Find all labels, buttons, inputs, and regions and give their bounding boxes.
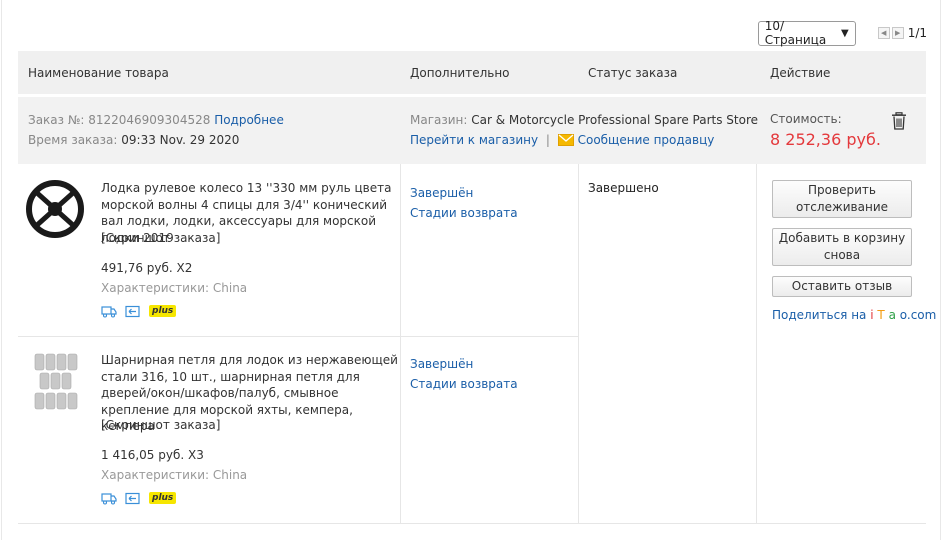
- message-seller-link[interactable]: Сообщение продавцу: [578, 133, 715, 147]
- item-status-link[interactable]: Завершён: [410, 186, 473, 200]
- prev-page-button[interactable]: ◀: [877, 27, 890, 39]
- share-link[interactable]: Поделиться на i T a o.com: [772, 308, 936, 322]
- share-prefix: Поделиться на: [772, 308, 871, 322]
- track-button[interactable]: Проверить отслеживание: [772, 180, 912, 218]
- orders-page: 10/Страница ▼ ◀ ▶ 1/1 Наименование товар…: [0, 0, 943, 540]
- return-stages-link[interactable]: Стадии возврата: [410, 377, 518, 391]
- product-price-qty: 491,76 руб. X2: [101, 261, 193, 275]
- share-brand-i: i: [870, 308, 874, 322]
- item-status-link[interactable]: Завершён: [410, 357, 473, 371]
- share-brand-t: T: [877, 308, 885, 322]
- order-number-label: Заказ №:: [28, 113, 85, 127]
- header-action: Действие: [770, 66, 831, 80]
- divider: [400, 336, 578, 337]
- header-status: Статус заказа: [588, 66, 678, 80]
- per-page-select[interactable]: 10/Страница ▼: [757, 19, 856, 47]
- order-time-row: Время заказа: 09:33 Nov. 29 2020: [28, 133, 239, 147]
- product-price-qty: 1 416,05 руб. X3: [101, 448, 204, 462]
- page-border-left: [1, 0, 2, 540]
- add-to-cart-again-button[interactable]: Добавить в корзину снова: [772, 228, 912, 266]
- table-header: Наименование товара Дополнительно Статус…: [18, 51, 926, 94]
- product-characteristics: Характеристики: China: [101, 281, 248, 295]
- order-snapshot-link[interactable]: [Скриншот заказа]: [101, 231, 220, 245]
- store-label: Магазин:: [410, 113, 468, 127]
- share-brand-a: a: [888, 308, 896, 322]
- delivery-truck-icon: [101, 305, 117, 318]
- go-to-store-link[interactable]: Перейти к магазину: [410, 133, 538, 147]
- return-icon: [125, 305, 140, 317]
- trash-icon[interactable]: [891, 112, 907, 130]
- pagination: 10/Страница ▼ ◀ ▶ 1/1: [757, 19, 927, 47]
- store-links-row: Перейти к магазину | Сообщение продавцу: [410, 133, 714, 147]
- per-page-value: 10/Страница: [764, 19, 827, 47]
- hinge-image[interactable]: [34, 353, 80, 411]
- header-product: Наименование товара: [28, 66, 169, 80]
- plus-badge: plus: [149, 492, 177, 504]
- page-border-right: [940, 0, 941, 540]
- order-info-bar: Заказ №: 8122046909304528 Подробнее Врем…: [18, 97, 926, 164]
- envelope-icon: [557, 134, 574, 146]
- store-name: Car & Motorcycle Professional Spare Part…: [471, 113, 759, 127]
- divider: [756, 164, 757, 524]
- cost-label: Стоимость:: [770, 112, 842, 126]
- store-row: Магазин: Car & Motorcycle Professional S…: [410, 113, 758, 127]
- order-number: 8122046909304528: [88, 113, 211, 127]
- order-time: 09:33 Nov. 29 2020: [121, 133, 240, 147]
- chevron-down-icon: ▼: [840, 27, 849, 39]
- divider: [18, 523, 926, 524]
- divider: [578, 164, 579, 524]
- share-brand-o: o.com: [899, 308, 937, 322]
- divider: [18, 336, 400, 337]
- steering-wheel-image[interactable]: [24, 178, 86, 240]
- order-number-row: Заказ №: 8122046909304528 Подробнее: [28, 113, 284, 127]
- product-badges: plus: [101, 491, 177, 505]
- page-count: 1/1: [907, 26, 927, 40]
- order-details-link[interactable]: Подробнее: [214, 113, 284, 127]
- link-separator: |: [545, 133, 550, 147]
- order-cost: 8 252,36 руб.: [770, 130, 881, 149]
- plus-badge: plus: [149, 305, 177, 317]
- order-status: Завершено: [588, 181, 659, 195]
- leave-review-button[interactable]: Оставить отзыв: [772, 276, 912, 297]
- order-snapshot-link[interactable]: [Скриншот заказа]: [101, 418, 220, 432]
- next-page-button[interactable]: ▶: [891, 27, 904, 39]
- delivery-truck-icon: [101, 492, 117, 505]
- return-icon: [125, 492, 140, 504]
- product-badges: plus: [101, 304, 177, 318]
- product-characteristics: Характеристики: China: [101, 468, 248, 482]
- return-stages-link[interactable]: Стадии возврата: [410, 206, 518, 220]
- order-time-label: Время заказа:: [28, 133, 118, 147]
- header-extra: Дополнительно: [410, 66, 510, 80]
